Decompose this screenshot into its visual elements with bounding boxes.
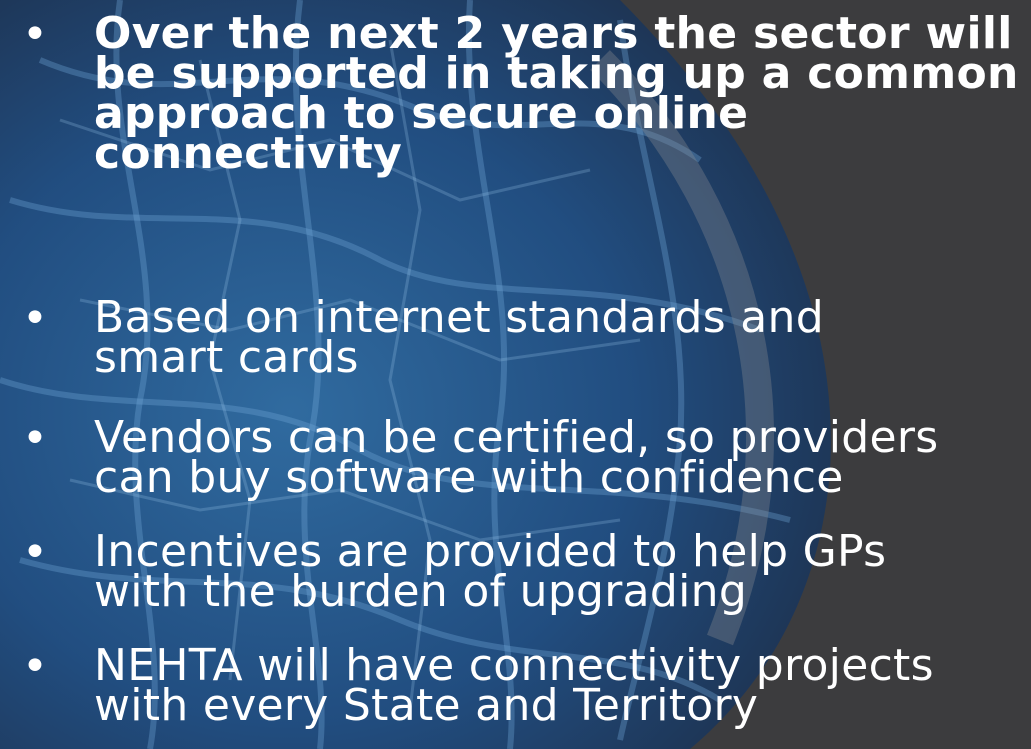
slide-body: • Over the next 2 years the sector will … xyxy=(0,0,1031,749)
bullet-marker: • xyxy=(22,641,48,692)
bullet-marker: • xyxy=(22,413,48,464)
bullet-marker: • xyxy=(22,293,48,344)
bullet-item: • Incentives are provided to help GPs wi… xyxy=(0,526,1031,622)
bullet-marker: • xyxy=(22,9,48,60)
bullet-item: • Based on internet standards and smart … xyxy=(0,292,1031,388)
bullet-marker: • xyxy=(22,527,48,578)
bullet-text: Vendors can be certified, so providers c… xyxy=(94,412,939,503)
bullet-text: Over the next 2 years the sector will be… xyxy=(94,8,1019,179)
bullet-item: • Vendors can be certified, so providers… xyxy=(0,412,1031,508)
bullet-text: NEHTA will have connectivity projects wi… xyxy=(94,640,934,731)
bullet-item: • Over the next 2 years the sector will … xyxy=(0,8,1031,214)
bullet-text: Based on internet standards and smart ca… xyxy=(94,292,824,383)
bullet-item: • NEHTA will have connectivity projects … xyxy=(0,640,1031,736)
bullet-text: Incentives are provided to help GPs with… xyxy=(94,526,887,617)
